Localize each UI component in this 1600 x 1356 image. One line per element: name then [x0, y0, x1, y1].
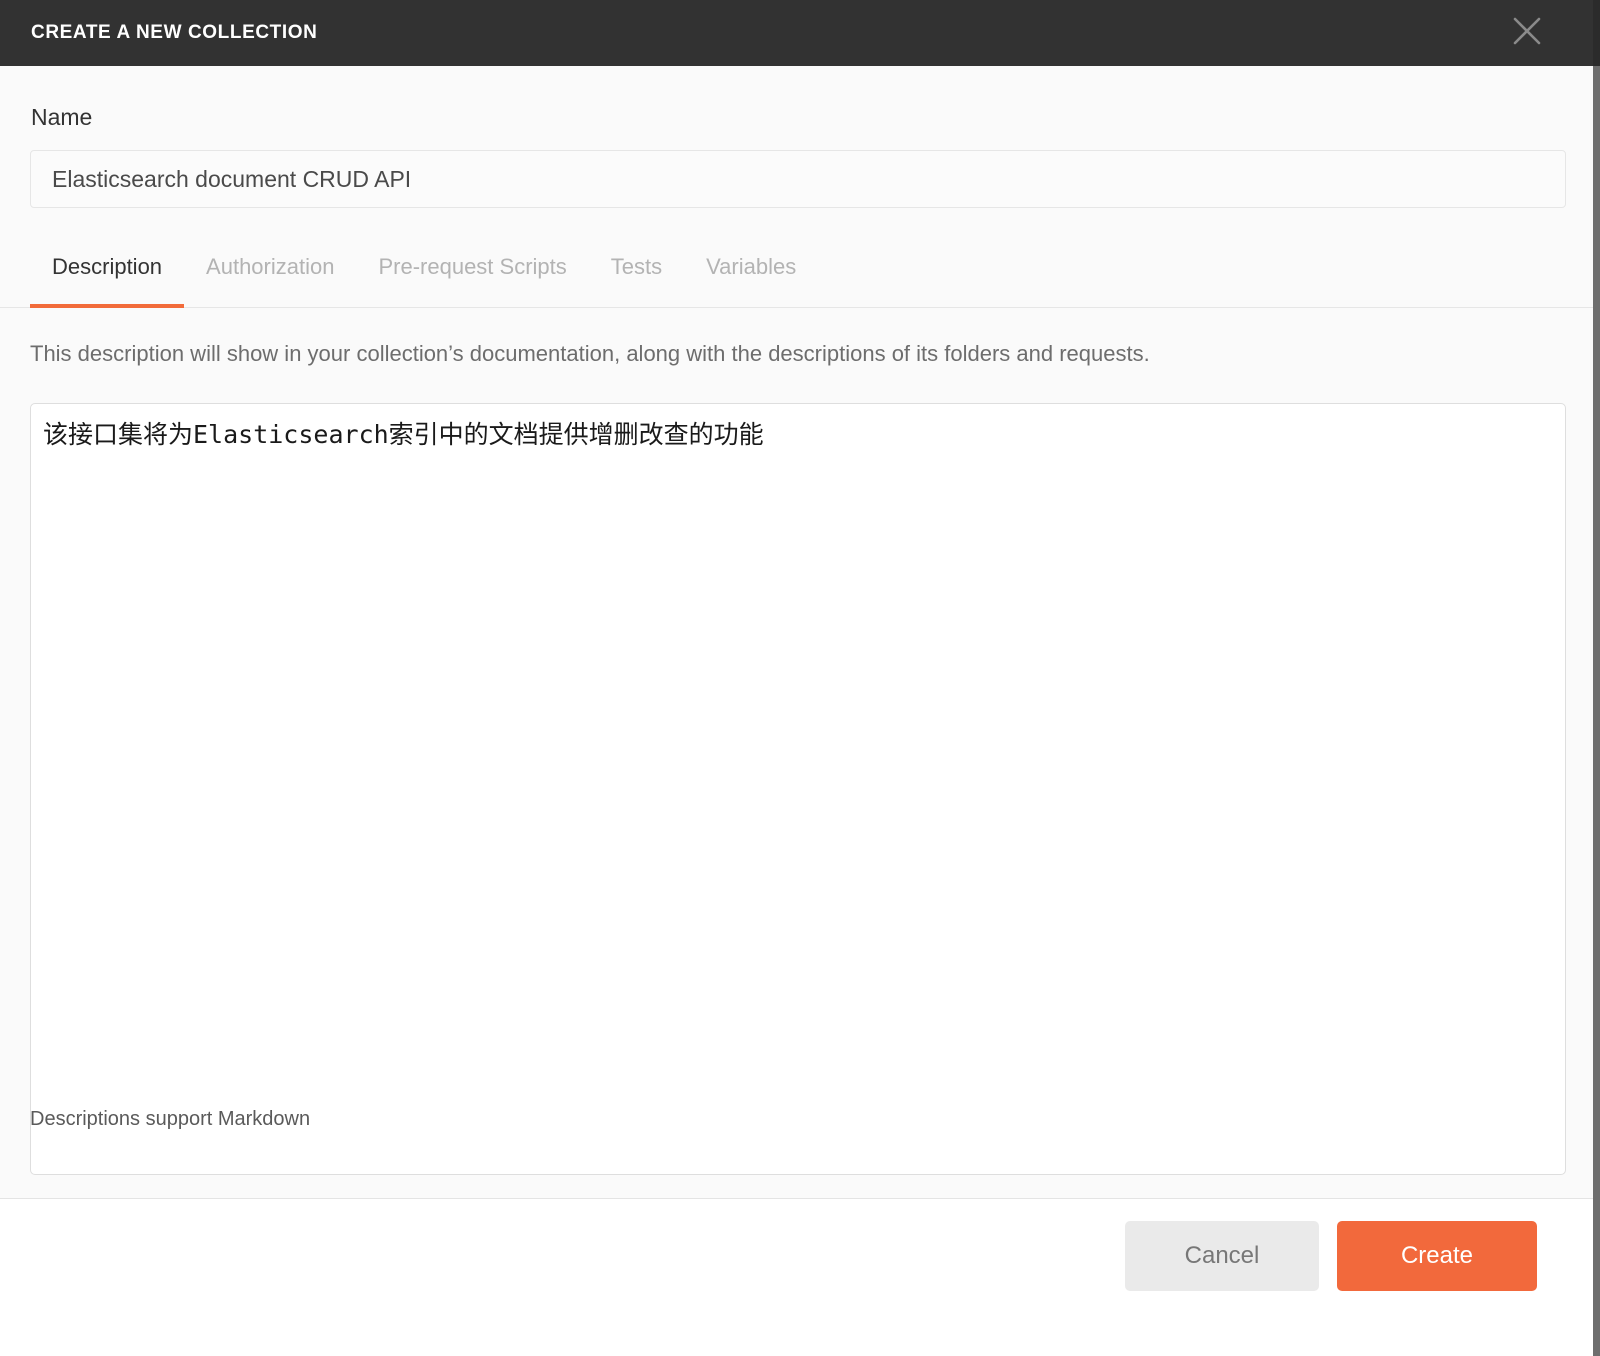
close-icon[interactable] [1509, 13, 1545, 49]
description-textarea[interactable]: 该接口集将为Elasticsearch索引中的文档提供增删改查的功能 [30, 403, 1566, 1175]
tab-authorization[interactable]: Authorization [184, 234, 356, 308]
tab-pre-request-scripts[interactable]: Pre-request Scripts [356, 234, 588, 308]
tab-description[interactable]: Description [30, 234, 185, 308]
tab-variables[interactable]: Variables [684, 234, 818, 308]
create-button[interactable]: Create [1337, 1221, 1537, 1291]
modal-header: CREATE A NEW COLLECTION [0, 0, 1593, 66]
collection-name-input[interactable] [30, 150, 1566, 208]
vertical-scrollbar[interactable] [1593, 0, 1600, 1356]
vertical-scrollbar-header-segment [1593, 0, 1600, 66]
markdown-note: Descriptions support Markdown [30, 1108, 311, 1130]
description-hint: This description will show in your colle… [30, 341, 1150, 366]
tab-tests[interactable]: Tests [589, 234, 684, 308]
cancel-button[interactable]: Cancel [1125, 1221, 1319, 1291]
create-collection-modal: CREATE A NEW COLLECTION Name Description… [0, 0, 1600, 1356]
modal-footer: Cancel Create [0, 1198, 1593, 1356]
tab-bar: Description Authorization Pre-request Sc… [0, 234, 1593, 308]
modal-body: Name Description Authorization Pre-reque… [0, 66, 1593, 1198]
name-label: Name [31, 104, 93, 130]
page-title: CREATE A NEW COLLECTION [31, 22, 318, 43]
